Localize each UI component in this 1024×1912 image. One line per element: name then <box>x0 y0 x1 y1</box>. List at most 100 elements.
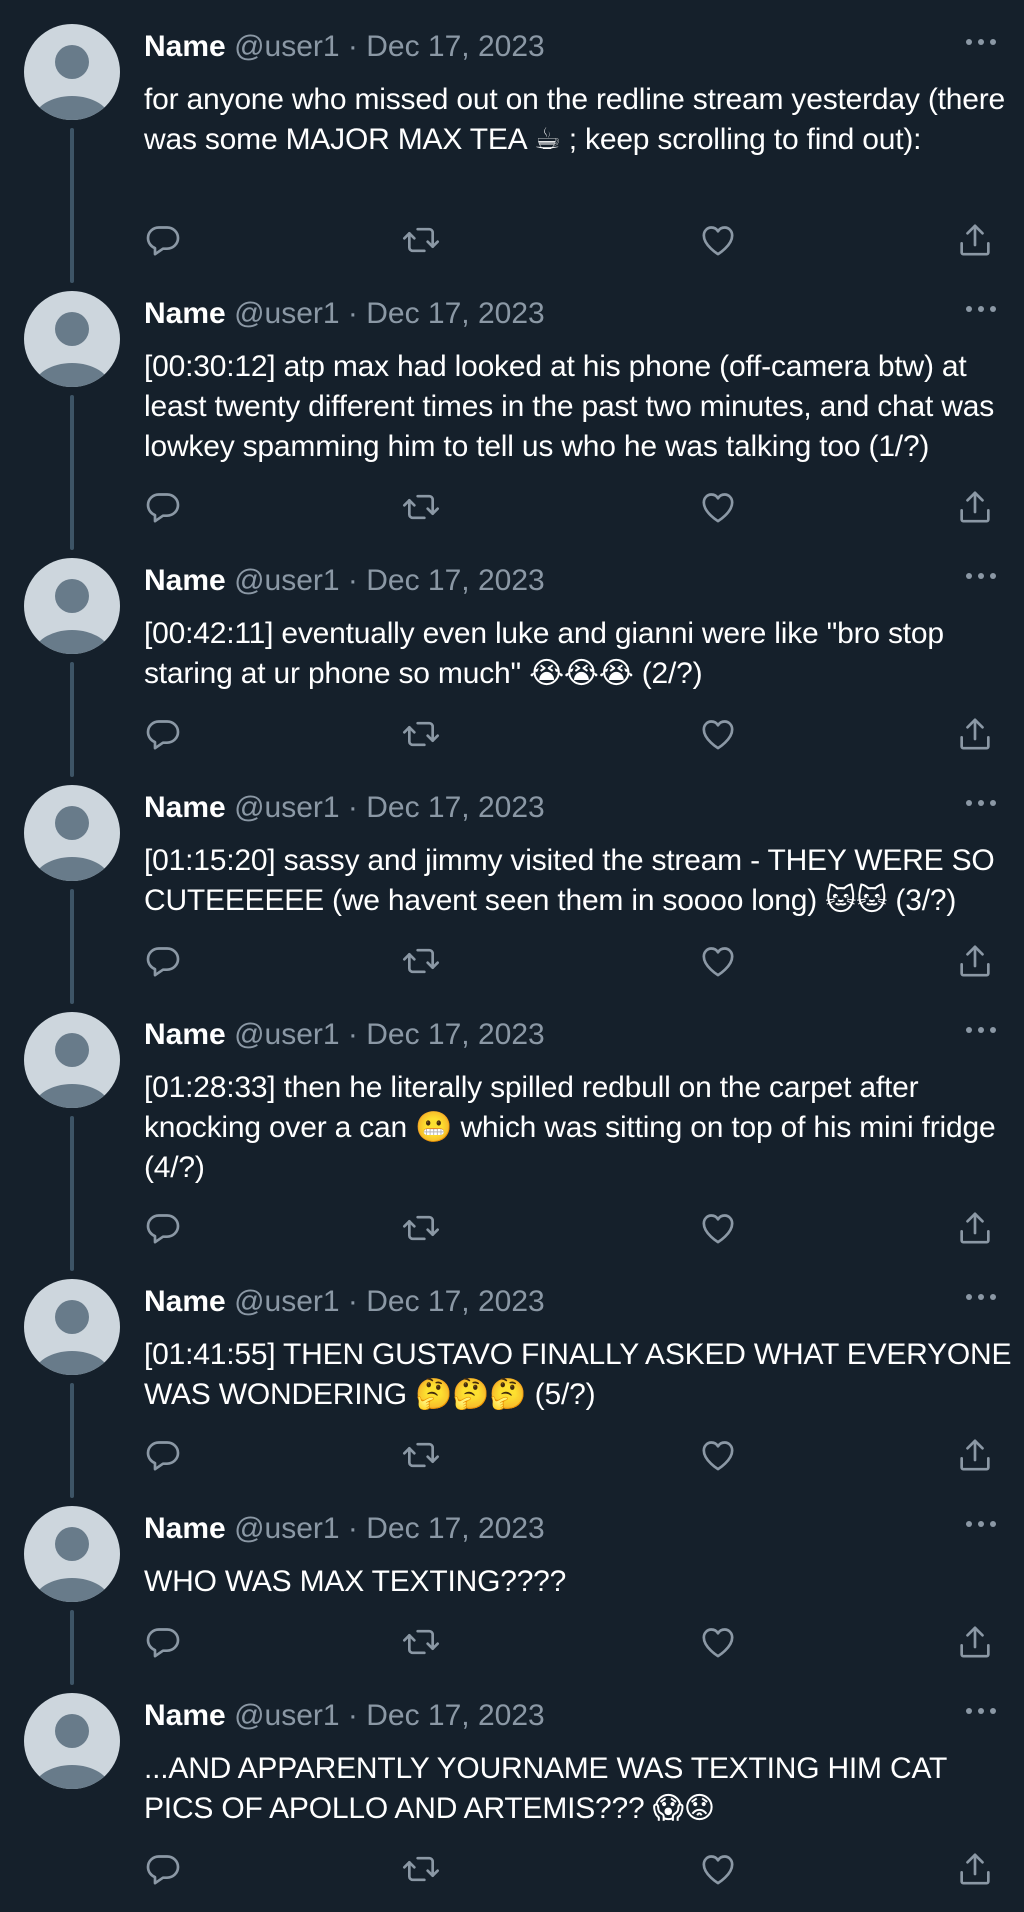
separator-dot: · <box>347 297 358 330</box>
reply-icon[interactable] <box>143 1849 183 1889</box>
user-handle[interactable]: @user1 <box>234 1018 340 1051</box>
display-name[interactable]: Name <box>144 1285 226 1318</box>
tweet-header: Name @user1 · Dec 17, 2023 <box>144 1698 545 1734</box>
tweet-text: [00:30:12] atp max had looked at his pho… <box>144 350 995 463</box>
more-options-icon[interactable] <box>962 789 1000 817</box>
retweet-icon[interactable] <box>401 487 441 527</box>
tweet-date[interactable]: Dec 17, 2023 <box>366 1018 544 1051</box>
more-options-icon[interactable] <box>962 1283 1000 1311</box>
more-options-icon[interactable] <box>962 295 1000 323</box>
retweet-icon[interactable] <box>401 1435 441 1475</box>
thread-connector <box>70 1116 74 1271</box>
reply-icon[interactable] <box>143 220 183 260</box>
separator-dot: · <box>347 1699 358 1732</box>
like-icon[interactable] <box>698 1622 738 1662</box>
avatar[interactable] <box>24 1693 120 1789</box>
user-handle[interactable]: @user1 <box>234 1285 340 1318</box>
tweet[interactable]: Name @user1 · Dec 17, 2023 WHO WAS MAX T… <box>0 1482 1024 1685</box>
tweet-date[interactable]: Dec 17, 2023 <box>366 30 544 63</box>
retweet-icon[interactable] <box>401 1849 441 1889</box>
thread-connector <box>70 395 74 550</box>
share-icon[interactable] <box>955 941 995 981</box>
retweet-icon[interactable] <box>401 220 441 260</box>
share-icon[interactable] <box>955 714 995 754</box>
display-name[interactable]: Name <box>144 1699 226 1732</box>
tweet[interactable]: Name @user1 · Dec 17, 2023 for anyone wh… <box>0 0 1024 283</box>
share-icon[interactable] <box>955 487 995 527</box>
display-name[interactable]: Name <box>144 791 226 824</box>
share-icon[interactable] <box>955 1849 995 1889</box>
like-icon[interactable] <box>698 941 738 981</box>
like-icon[interactable] <box>698 1435 738 1475</box>
retweet-icon[interactable] <box>401 941 441 981</box>
tweet-header: Name @user1 · Dec 17, 2023 <box>144 29 545 65</box>
share-icon[interactable] <box>955 220 995 260</box>
user-handle[interactable]: @user1 <box>234 1512 340 1545</box>
share-icon[interactable] <box>955 1435 995 1475</box>
tweet[interactable]: Name @user1 · Dec 17, 2023 [00:42:11] ev… <box>0 534 1024 777</box>
tweet-date[interactable]: Dec 17, 2023 <box>366 297 544 330</box>
tweet[interactable]: Name @user1 · Dec 17, 2023 [00:30:12] at… <box>0 267 1024 550</box>
thread-connector <box>70 1383 74 1498</box>
display-name[interactable]: Name <box>144 1512 226 1545</box>
tweet-text: [01:15:20] sassy and jimmy visited the s… <box>144 844 995 917</box>
avatar[interactable] <box>24 24 120 120</box>
user-handle[interactable]: @user1 <box>234 297 340 330</box>
tweet-header: Name @user1 · Dec 17, 2023 <box>144 1284 545 1320</box>
display-name[interactable]: Name <box>144 1018 226 1051</box>
like-icon[interactable] <box>698 1849 738 1889</box>
separator-dot: · <box>347 1018 358 1051</box>
reply-icon[interactable] <box>143 941 183 981</box>
tweet[interactable]: Name @user1 · Dec 17, 2023 ...AND APPARE… <box>0 1669 1024 1912</box>
tweet-text: [00:42:11] eventually even luke and gian… <box>144 617 944 690</box>
tweet-text: WHO WAS MAX TEXTING???? <box>144 1565 567 1598</box>
more-options-icon[interactable] <box>962 1697 1000 1725</box>
like-icon[interactable] <box>698 714 738 754</box>
separator-dot: · <box>347 1512 358 1545</box>
user-handle[interactable]: @user1 <box>234 30 340 63</box>
avatar[interactable] <box>24 1506 120 1602</box>
avatar[interactable] <box>24 785 120 881</box>
more-options-icon[interactable] <box>962 562 1000 590</box>
share-icon[interactable] <box>955 1208 995 1248</box>
retweet-icon[interactable] <box>401 1622 441 1662</box>
more-options-icon[interactable] <box>962 1510 1000 1538</box>
avatar[interactable] <box>24 1279 120 1375</box>
tweet-date[interactable]: Dec 17, 2023 <box>366 1285 544 1318</box>
user-handle[interactable]: @user1 <box>234 564 340 597</box>
more-options-icon[interactable] <box>962 28 1000 56</box>
avatar[interactable] <box>24 291 120 387</box>
user-handle[interactable]: @user1 <box>234 1699 340 1732</box>
tweet-date[interactable]: Dec 17, 2023 <box>366 564 544 597</box>
tweet-date[interactable]: Dec 17, 2023 <box>366 791 544 824</box>
tweet[interactable]: Name @user1 · Dec 17, 2023 [01:28:33] th… <box>0 988 1024 1271</box>
tweet[interactable]: Name @user1 · Dec 17, 2023 [01:41:55] TH… <box>0 1255 1024 1498</box>
display-name[interactable]: Name <box>144 30 226 63</box>
more-options-icon[interactable] <box>962 1016 1000 1044</box>
reply-icon[interactable] <box>143 1435 183 1475</box>
reply-icon[interactable] <box>143 1208 183 1248</box>
thread-connector <box>70 128 74 283</box>
tweet-date[interactable]: Dec 17, 2023 <box>366 1512 544 1545</box>
like-icon[interactable] <box>698 1208 738 1248</box>
tweet-text: ...AND APPARENTLY YOURNAME WAS TEXTING H… <box>144 1752 947 1825</box>
tweet-text: [01:41:55] THEN GUSTAVO FINALLY ASKED WH… <box>144 1338 1012 1411</box>
reply-icon[interactable] <box>143 1622 183 1662</box>
separator-dot: · <box>347 791 358 824</box>
avatar[interactable] <box>24 1012 120 1108</box>
like-icon[interactable] <box>698 220 738 260</box>
retweet-icon[interactable] <box>401 1208 441 1248</box>
like-icon[interactable] <box>698 487 738 527</box>
tweet-header: Name @user1 · Dec 17, 2023 <box>144 1017 545 1053</box>
tweet-date[interactable]: Dec 17, 2023 <box>366 1699 544 1732</box>
retweet-icon[interactable] <box>401 714 441 754</box>
user-handle[interactable]: @user1 <box>234 791 340 824</box>
thread-connector <box>70 889 74 1004</box>
display-name[interactable]: Name <box>144 564 226 597</box>
avatar[interactable] <box>24 558 120 654</box>
tweet[interactable]: Name @user1 · Dec 17, 2023 [01:15:20] sa… <box>0 761 1024 1004</box>
display-name[interactable]: Name <box>144 297 226 330</box>
share-icon[interactable] <box>955 1622 995 1662</box>
reply-icon[interactable] <box>143 487 183 527</box>
reply-icon[interactable] <box>143 714 183 754</box>
